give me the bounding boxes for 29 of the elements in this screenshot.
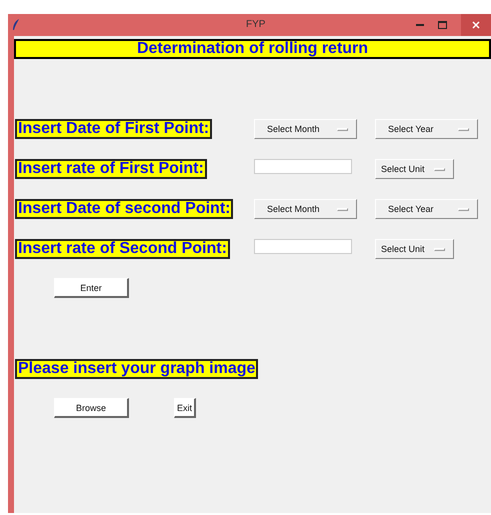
dropdown-indicator-icon <box>458 208 469 210</box>
close-button[interactable] <box>461 14 491 36</box>
browse-button[interactable]: Browse <box>54 398 129 418</box>
exit-button[interactable]: Exit <box>174 398 196 418</box>
dropdown-indicator-icon <box>337 128 348 130</box>
dropdown-indicator-icon <box>458 128 469 130</box>
rate-input[interactable] <box>254 158 352 174</box>
unit-dropdown[interactable]: Select Unit <box>375 239 454 259</box>
month-dropdown[interactable]: Select Month <box>254 199 357 219</box>
field-label: Insert rate of Second Point: <box>15 239 230 259</box>
unit-dropdown[interactable]: Select Unit <box>375 159 454 179</box>
dropdown-indicator-icon <box>337 208 348 210</box>
graph-label: Please insert your graph image <box>15 359 258 379</box>
field-label: Insert Date of second Point: <box>15 199 234 219</box>
close-icon <box>472 21 480 29</box>
enter-button[interactable]: Enter <box>54 278 129 298</box>
rate-input[interactable] <box>254 238 352 254</box>
feather-icon <box>12 19 20 31</box>
dropdown-indicator-icon <box>434 248 445 250</box>
month-dropdown[interactable]: Select Month <box>254 119 357 139</box>
window-title: FYP <box>246 19 266 30</box>
year-dropdown[interactable]: Select Year <box>375 199 478 219</box>
field-label: Insert Date of First Point: <box>15 119 212 139</box>
maximize-icon[interactable] <box>438 21 447 29</box>
dropdown-indicator-icon <box>434 168 445 170</box>
minimize-icon[interactable] <box>416 24 424 26</box>
field-label: Insert rate of First Point: <box>15 159 207 179</box>
year-dropdown[interactable]: Select Year <box>375 119 478 139</box>
header-banner: Determination of rolling return <box>14 39 491 59</box>
